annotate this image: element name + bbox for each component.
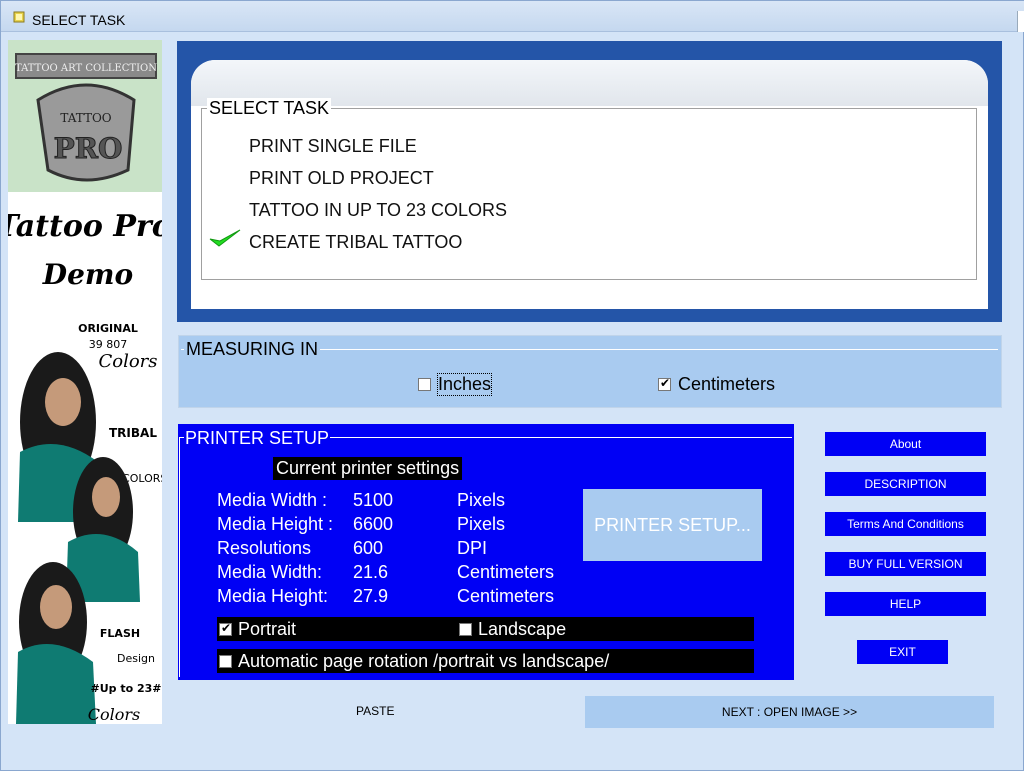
centimeters-option[interactable]: Centimeters: [658, 374, 775, 395]
printer-setup-panel: PRINTER SETUP Current printer settings M…: [178, 424, 794, 680]
banner-tag-upto: #Up to 23#: [90, 682, 161, 695]
banner-artwork: Tattoo Pro Demo ORIGINAL 39 807 Colors T…: [8, 209, 162, 724]
spec-value: 27.9: [353, 586, 389, 606]
banner-tag-design: Design: [117, 652, 155, 665]
terms-button[interactable]: Terms And Conditions: [825, 512, 986, 536]
spec-name: Media Width:: [217, 562, 323, 582]
select-task-panel: SELECT TASK PRINT SINGLE FILE PRINT OLD …: [177, 41, 1002, 322]
auto-rotation-checkbox[interactable]: [219, 655, 232, 668]
app-window: SELECT TASK TATTOO ART COLLECTION TATTOO…: [0, 0, 1024, 771]
current-printer-settings-label: Current printer settings: [273, 457, 463, 480]
centimeters-label: Centimeters: [678, 374, 776, 394]
app-icon: [13, 11, 25, 23]
task-print-old-project[interactable]: PRINT OLD PROJECT: [249, 162, 507, 194]
about-button[interactable]: About: [825, 432, 986, 456]
logo-artwork-icon: TATTOO ART COLLECTION TATTOO PRO: [15, 53, 157, 182]
printer-setup-legend: PRINTER SETUP: [184, 428, 331, 449]
spec-name: Media Height:: [217, 586, 329, 606]
printer-divider-left: [179, 437, 180, 677]
window-edge: [1017, 11, 1024, 32]
logo-text-top: TATTOO ART COLLECTION: [15, 63, 157, 74]
auto-rotation-label: Automatic page rotation /portrait vs lan…: [238, 651, 610, 671]
tattoo-pro-banner: TATTOO ART COLLECTION TATTOO PRO Tattoo …: [8, 40, 162, 724]
orientation-bar: Portrait Landscape: [217, 617, 754, 641]
spec-value: 600: [353, 538, 384, 558]
spec-name: Resolutions: [217, 538, 312, 558]
select-task-card: SELECT TASK PRINT SINGLE FILE PRINT OLD …: [191, 60, 988, 309]
measuring-in-panel: MEASURING IN Inches Centimeters: [178, 335, 1002, 408]
logo-text-pro: PRO: [54, 132, 123, 165]
banner-title-line2: Demo: [42, 258, 133, 291]
auto-rotation-bar: Automatic page rotation /portrait vs lan…: [217, 649, 754, 673]
buy-full-version-button[interactable]: BUY FULL VERSION: [825, 552, 986, 576]
next-open-image-button[interactable]: NEXT : OPEN IMAGE >>: [585, 696, 994, 728]
spec-name: Media Height :: [217, 514, 334, 534]
portrait-checkbox[interactable]: [219, 621, 232, 636]
inches-label: Inches: [436, 373, 493, 396]
banner-tag-colors-bottom: Colors: [88, 705, 140, 724]
spec-name: Media Width :: [217, 490, 328, 510]
portrait-option[interactable]: Portrait: [219, 619, 296, 640]
inches-checkbox[interactable]: [418, 378, 431, 391]
logo-text-mid: TATTOO: [60, 111, 111, 125]
description-button[interactable]: DESCRIPTION: [825, 472, 986, 496]
window-title: SELECT TASK: [32, 12, 126, 28]
title-bar: SELECT TASK: [1, 1, 1024, 32]
spec-unit: Pixels: [457, 514, 506, 534]
paste-button[interactable]: PASTE: [356, 704, 394, 718]
inches-option[interactable]: Inches: [418, 373, 493, 396]
task-list: PRINT SINGLE FILE PRINT OLD PROJECT TATT…: [249, 130, 507, 258]
spec-unit: Centimeters: [457, 586, 555, 606]
banner-tag-original: ORIGINAL: [78, 322, 138, 335]
help-button[interactable]: HELP: [825, 592, 986, 616]
banner-tag-flash: FLASH: [100, 627, 140, 640]
landscape-option[interactable]: Landscape: [459, 619, 566, 640]
spec-value: 5100: [353, 490, 394, 510]
task-create-tribal-tattoo[interactable]: CREATE TRIBAL TATTOO: [249, 226, 507, 258]
portrait-label: Portrait: [238, 619, 297, 639]
auto-rotation-option[interactable]: Automatic page rotation /portrait vs lan…: [219, 651, 609, 672]
exit-button[interactable]: EXIT: [857, 640, 948, 664]
select-task-legend: SELECT TASK: [207, 98, 332, 119]
selected-check-icon: [209, 229, 241, 247]
landscape-label: Landscape: [478, 619, 567, 639]
printer-setup-button[interactable]: PRINTER SETUP...: [583, 489, 762, 561]
banner-tag-colors: Colors: [98, 351, 157, 372]
centimeters-checkbox[interactable]: [658, 376, 671, 391]
tattoo-logo: TATTOO ART COLLECTION TATTOO PRO: [8, 40, 162, 192]
spec-unit: Pixels: [457, 490, 506, 510]
banner-tag-tribal: TRIBAL: [109, 426, 157, 440]
measuring-legend: MEASURING IN: [184, 339, 321, 360]
task-print-single-file[interactable]: PRINT SINGLE FILE: [249, 130, 507, 162]
task-tattoo-23-colors[interactable]: TATTOO IN UP TO 23 COLORS: [249, 194, 507, 226]
spec-value: 21.6: [353, 562, 389, 582]
banner-tag-count: 39 807: [89, 338, 128, 351]
banner-title-line1: Tattoo Pro: [8, 209, 162, 244]
landscape-checkbox[interactable]: [459, 623, 472, 636]
spec-value: 6600: [353, 514, 394, 534]
spec-unit: DPI: [457, 538, 488, 558]
spec-unit: Centimeters: [457, 562, 555, 582]
